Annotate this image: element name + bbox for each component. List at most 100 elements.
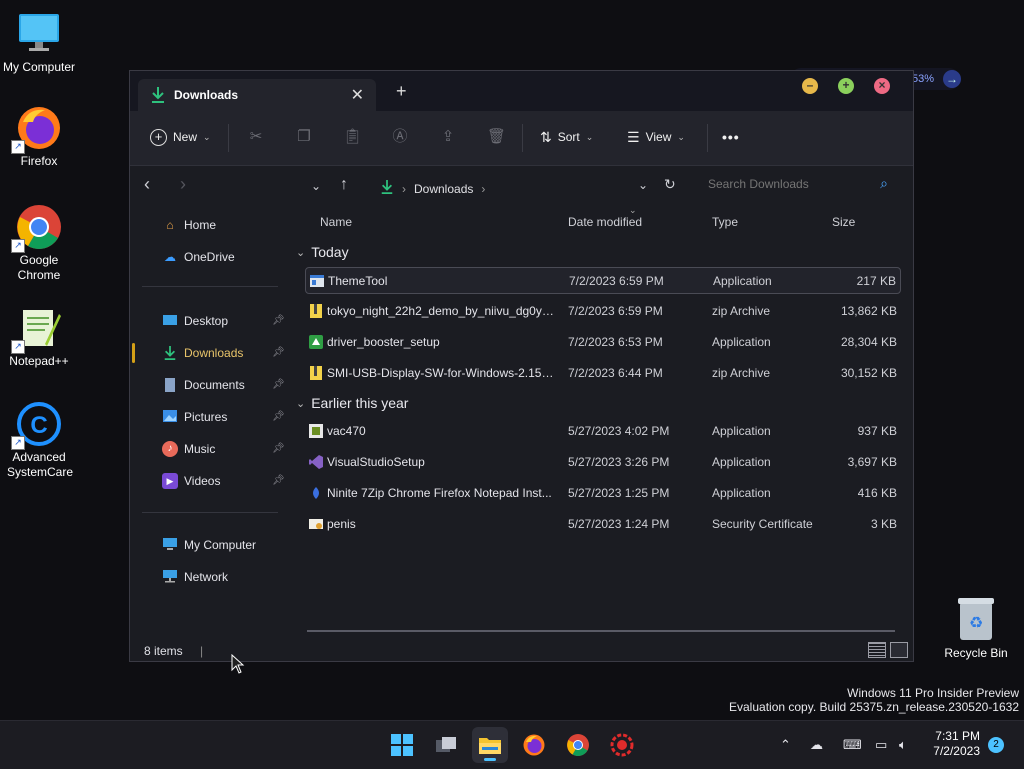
- keyboard-icon[interactable]: ⌨: [843, 737, 862, 753]
- desktop-icon-firefox[interactable]: ↗ Firefox: [0, 104, 78, 169]
- task-view-button[interactable]: [428, 727, 464, 763]
- file-date: 7/2/2023 6:59 PM: [569, 274, 664, 288]
- column-header-name[interactable]: Name: [320, 215, 352, 229]
- sidebar-item-label: Desktop: [184, 314, 229, 328]
- file-row[interactable]: driver_booster_setup 7/2/2023 6:53 PM Ap…: [305, 329, 901, 356]
- file-date: 5/27/2023 3:26 PM: [568, 455, 670, 469]
- sidebar-item-documents[interactable]: Documents: [162, 374, 245, 396]
- cut-icon[interactable]: ✂: [247, 128, 265, 146]
- file-name: driver_booster_setup: [327, 335, 440, 349]
- more-options-button[interactable]: •••: [722, 126, 740, 148]
- file-row[interactable]: tokyo_night_22h2_demo_by_niivu_dg0yip1 7…: [305, 298, 901, 325]
- maximize-button[interactable]: +: [838, 78, 854, 94]
- view-button[interactable]: ☰ View ⌄: [627, 126, 685, 148]
- close-window-button[interactable]: ×: [874, 78, 890, 94]
- taskbar-chrome[interactable]: [560, 727, 596, 763]
- chevron-down-icon: ⌄: [296, 397, 306, 410]
- horizontal-scrollbar[interactable]: [307, 630, 895, 632]
- sidebar-item-music[interactable]: ♪ Music: [162, 438, 215, 460]
- desktop-icon-google-chrome[interactable]: ↗ Google Chrome: [0, 203, 78, 283]
- details-view-icon[interactable]: [868, 642, 886, 658]
- desktop-icon-recycle-bin[interactable]: ♻ Recycle Bin: [940, 596, 1012, 660]
- start-button[interactable]: [384, 727, 420, 763]
- file-row[interactable]: vac470 5/27/2023 4:02 PM Application 937…: [305, 418, 901, 445]
- taskbar-driver-booster[interactable]: [604, 727, 640, 763]
- back-arrow-icon[interactable]: ‹: [144, 174, 150, 195]
- onedrive-offline-icon[interactable]: ☁︎: [810, 737, 823, 753]
- system-clock[interactable]: 7:31 PM 7/2/2023: [924, 729, 980, 759]
- sidebar-item-onedrive[interactable]: ☁ OneDrive: [162, 246, 235, 268]
- file-date: 5/27/2023 1:25 PM: [568, 486, 670, 500]
- file-row[interactable]: VisualStudioSetup 5/27/2023 3:26 PM Appl…: [305, 449, 901, 476]
- desktop-icon-label: Google Chrome: [17, 253, 61, 282]
- up-arrow-icon[interactable]: ↑: [340, 176, 348, 194]
- desktop-icon-my-computer[interactable]: My Computer: [0, 10, 78, 75]
- sidebar-item-pictures[interactable]: Pictures: [162, 406, 227, 428]
- file-row[interactable]: penis 5/27/2023 1:24 PM Security Certifi…: [305, 511, 901, 538]
- active-app-indicator: [484, 758, 496, 761]
- pin-icon: 📌︎: [272, 475, 285, 486]
- sort-button[interactable]: ⇅ Sort ⌄: [540, 126, 593, 148]
- active-indicator: [132, 343, 135, 363]
- taskbar-file-explorer[interactable]: [472, 727, 508, 763]
- chevron-down-icon: ⌄: [203, 131, 211, 142]
- advanced-systemcare-icon: C ↗: [11, 400, 63, 450]
- chevron-down-icon: ⌄: [677, 131, 685, 142]
- widget-arrow-icon[interactable]: →: [943, 70, 961, 88]
- recent-locations-chevron-icon[interactable]: ⌄: [311, 179, 321, 193]
- sidebar-item-downloads[interactable]: Downloads: [162, 342, 243, 364]
- network-monitor-icon[interactable]: ▭: [875, 737, 887, 753]
- refresh-icon[interactable]: ↻: [664, 176, 676, 193]
- navigation-bar: ‹ › ⌄ ↑ › Downloads › ⌄ ↻ ⌕: [130, 166, 913, 206]
- tab-downloads[interactable]: Downloads ✕: [138, 79, 376, 111]
- search-box[interactable]: ⌕: [702, 175, 898, 197]
- column-header-date-modified[interactable]: Date modified: [568, 215, 642, 229]
- sidebar-item-home[interactable]: ⌂ Home: [162, 214, 216, 236]
- download-arrow-icon: [380, 179, 394, 198]
- pin-icon: 📌︎: [272, 443, 285, 454]
- taskbar-firefox[interactable]: [516, 727, 552, 763]
- group-header-earlier-this-year[interactable]: ⌄ Earlier this year: [296, 395, 408, 411]
- copy-icon[interactable]: ❐: [295, 128, 313, 146]
- file-row[interactable]: SMI-USB-Display-SW-for-Windows-2.15-... …: [305, 360, 901, 387]
- home-icon: ⌂: [166, 218, 174, 232]
- address-dropdown-chevron-icon[interactable]: ⌄: [638, 178, 648, 192]
- minimize-button[interactable]: –: [802, 78, 818, 94]
- desktop-icon-notepad-plus-plus[interactable]: ↗ Notepad++: [0, 304, 78, 369]
- notification-badge[interactable]: 2: [988, 737, 1004, 753]
- delete-icon[interactable]: 🗑︎: [487, 128, 506, 146]
- volume-icon[interactable]: 🔈︎: [899, 737, 907, 753]
- large-icons-view-icon[interactable]: [890, 642, 908, 658]
- monitor-icon: [15, 10, 63, 58]
- breadcrumb-current[interactable]: Downloads: [414, 182, 473, 196]
- desktop-icon-label: Firefox: [20, 154, 58, 168]
- sidebar-item-my-computer[interactable]: My Computer: [162, 534, 256, 556]
- sidebar-item-network[interactable]: Network: [162, 566, 228, 588]
- desktop-icon-advanced-systemcare[interactable]: C ↗ Advanced SystemCare: [0, 400, 78, 480]
- forward-arrow-icon[interactable]: ›: [180, 174, 186, 195]
- chrome-icon: [567, 734, 589, 756]
- file-name: ThemeTool: [328, 274, 388, 288]
- rename-icon[interactable]: Ⓐ: [391, 128, 409, 146]
- monitor-icon: [162, 537, 178, 553]
- file-row[interactable]: Ninite 7Zip Chrome Firefox Notepad Inst.…: [305, 480, 901, 507]
- sidebar-item-desktop[interactable]: Desktop: [162, 310, 228, 332]
- column-header-size[interactable]: Size: [832, 215, 855, 229]
- file-row[interactable]: ThemeTool 7/2/2023 6:59 PM Application 2…: [305, 267, 901, 294]
- paste-icon[interactable]: 📋︎: [343, 128, 362, 146]
- close-tab-icon[interactable]: ✕: [351, 85, 364, 105]
- column-header-type[interactable]: Type: [712, 215, 738, 229]
- new-button[interactable]: + New ⌄: [150, 126, 211, 148]
- new-tab-button[interactable]: +: [396, 82, 407, 100]
- breadcrumb[interactable]: › Downloads ›: [380, 179, 485, 198]
- sidebar-item-videos[interactable]: ▶ Videos: [162, 470, 220, 492]
- download-arrow-icon: [162, 345, 178, 361]
- share-icon[interactable]: ⇪: [439, 128, 457, 146]
- sidebar-item-label: Music: [184, 442, 216, 456]
- file-size: 30,152 KB: [840, 366, 897, 380]
- file-size: 217 KB: [856, 274, 896, 288]
- group-header-today[interactable]: ⌄ Today: [296, 244, 349, 260]
- search-icon[interactable]: ⌕: [880, 175, 888, 192]
- search-input[interactable]: [702, 177, 868, 191]
- show-hidden-icons-chevron-icon[interactable]: ⌃: [780, 737, 791, 753]
